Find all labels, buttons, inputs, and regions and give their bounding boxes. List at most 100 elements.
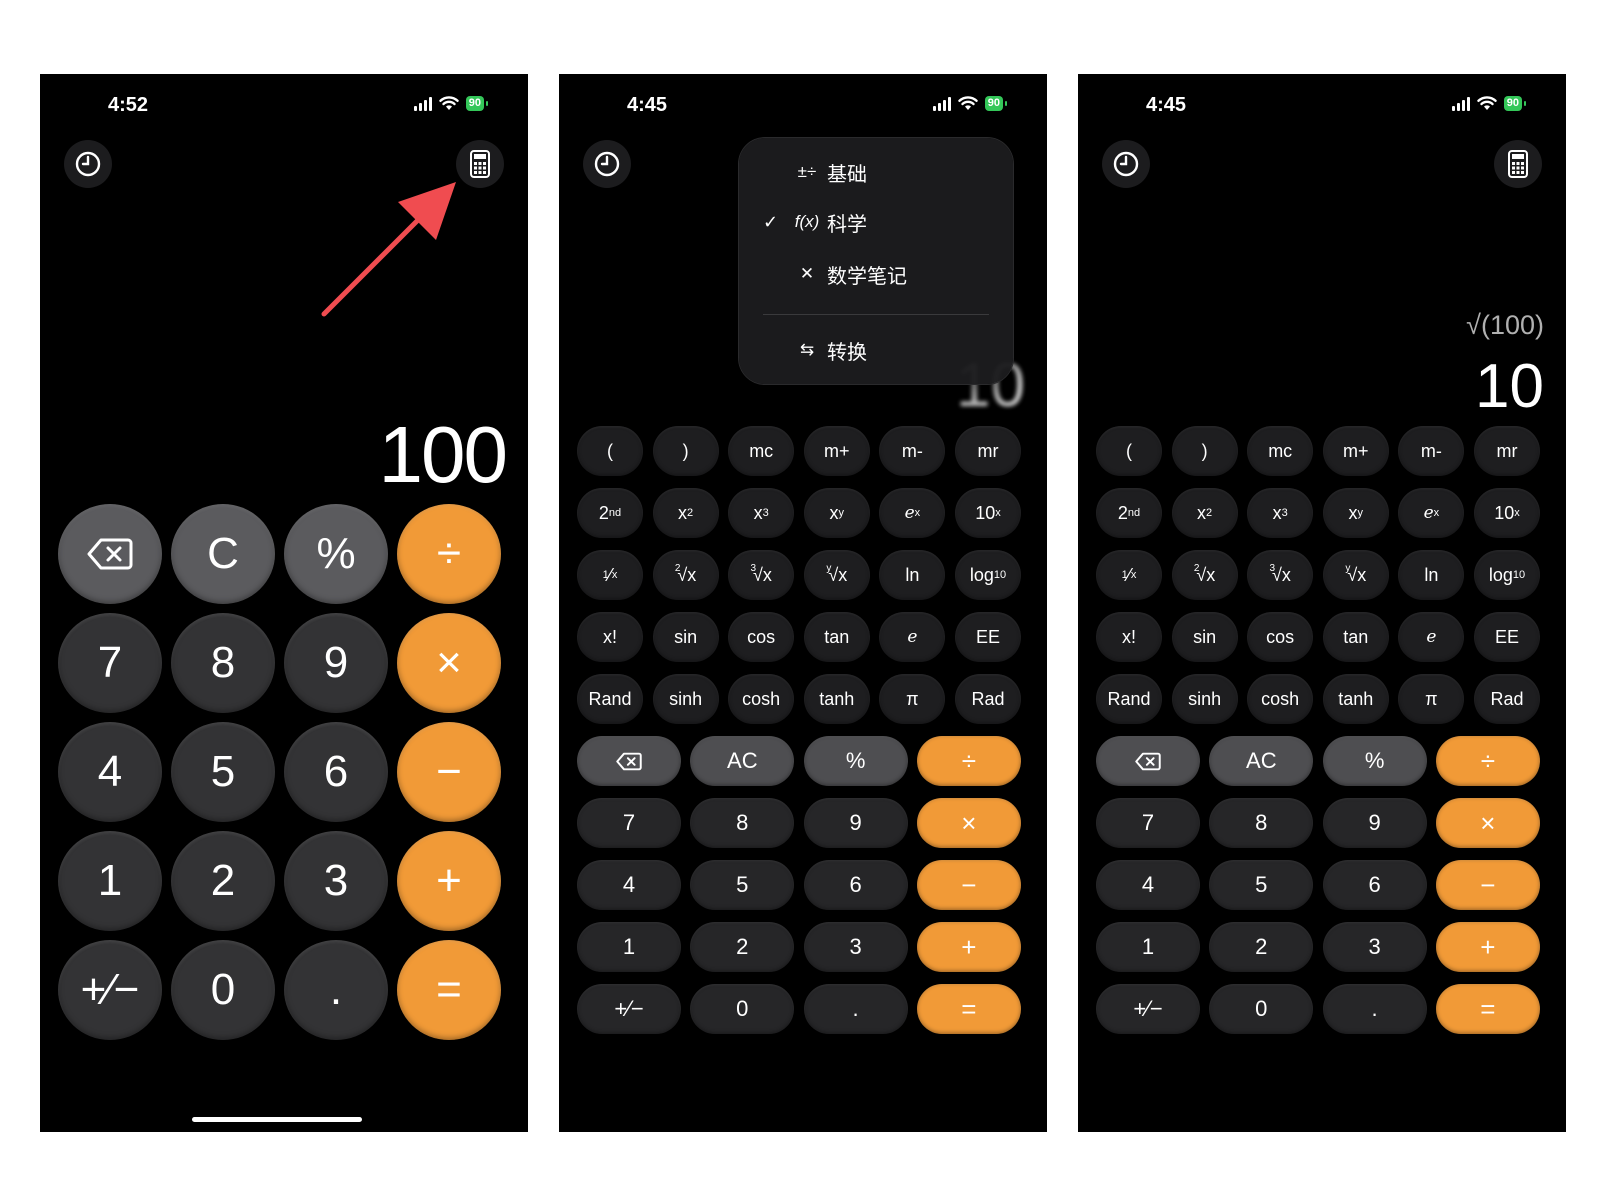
log10-key[interactable]: log 10 xyxy=(1473,550,1540,600)
menu-item-scientific[interactable]: ✓ f(x) 科学 xyxy=(763,202,993,242)
reciprocal-key[interactable]: 1 ⁄ x xyxy=(577,550,643,600)
digit-1-key[interactable]: 1 xyxy=(58,831,162,931)
history-button[interactable] xyxy=(1102,140,1150,188)
memory-add-key[interactable]: m+ xyxy=(1322,426,1389,476)
menu-item-math-notes[interactable]: ✕ 数学笔记 xyxy=(763,254,993,294)
add-key[interactable]: + xyxy=(916,922,1021,972)
ten-power-key[interactable]: 10 x xyxy=(1473,488,1540,538)
digit-4-key[interactable]: 4 xyxy=(1096,860,1200,910)
plus-minus-key[interactable]: +⁄− xyxy=(577,984,681,1034)
digit-4-key[interactable]: 4 xyxy=(58,722,162,822)
exp-key[interactable]: ex xyxy=(879,488,946,538)
power-key[interactable]: xy xyxy=(1322,488,1389,538)
digit-8-key[interactable]: 8 xyxy=(171,613,275,713)
all-clear-key[interactable]: AC xyxy=(690,736,795,786)
backspace-key[interactable] xyxy=(58,504,162,604)
decimal-key[interactable]: . xyxy=(284,940,388,1040)
y-root-key[interactable]: y √x xyxy=(803,550,870,600)
subtract-key[interactable]: − xyxy=(397,722,501,822)
ee-key[interactable]: EE xyxy=(954,612,1021,662)
ee-key[interactable]: EE xyxy=(1473,612,1540,662)
menu-item-basic[interactable]: ±÷ 基础 xyxy=(763,152,993,192)
rad-key[interactable]: Rad xyxy=(954,674,1021,724)
digit-0-key[interactable]: 0 xyxy=(1209,984,1314,1034)
digit-5-key[interactable]: 5 xyxy=(690,860,795,910)
digit-2-key[interactable]: 2 xyxy=(690,922,795,972)
euler-key[interactable]: e xyxy=(1398,612,1465,662)
ln-key[interactable]: ln xyxy=(879,550,946,600)
digit-7-key[interactable]: 7 xyxy=(58,613,162,713)
calculator-mode-button[interactable] xyxy=(1494,140,1542,188)
multiply-key[interactable]: × xyxy=(397,613,501,713)
sinh-key[interactable]: sinh xyxy=(652,674,719,724)
history-button[interactable] xyxy=(583,140,631,188)
cube-root-key[interactable]: 3 √x xyxy=(728,550,795,600)
memory-add-key[interactable]: m+ xyxy=(803,426,870,476)
decimal-key[interactable]: . xyxy=(803,984,908,1034)
digit-5-key[interactable]: 5 xyxy=(171,722,275,822)
digit-3-key[interactable]: 3 xyxy=(803,922,908,972)
multiply-key[interactable]: × xyxy=(916,798,1021,848)
equals-key[interactable]: = xyxy=(916,984,1021,1034)
tanh-key[interactable]: tanh xyxy=(803,674,870,724)
plus-minus-key[interactable]: +⁄− xyxy=(1096,984,1200,1034)
cos-key[interactable]: cos xyxy=(728,612,795,662)
pi-key[interactable]: π xyxy=(879,674,946,724)
clear-key[interactable]: C xyxy=(171,504,275,604)
rand-key[interactable]: Rand xyxy=(1096,674,1162,724)
digit-7-key[interactable]: 7 xyxy=(577,798,681,848)
add-key[interactable]: + xyxy=(397,831,501,931)
memory-recall-key[interactable]: mr xyxy=(954,426,1021,476)
factorial-key[interactable]: x! xyxy=(1096,612,1162,662)
digit-6-key[interactable]: 6 xyxy=(803,860,908,910)
memory-subtract-key[interactable]: m- xyxy=(1398,426,1465,476)
square-key[interactable]: x2 xyxy=(652,488,719,538)
power-key[interactable]: xy xyxy=(803,488,870,538)
cube-root-key[interactable]: 3 √x xyxy=(1247,550,1314,600)
second-function-key[interactable]: 2nd xyxy=(577,488,643,538)
digit-9-key[interactable]: 9 xyxy=(284,613,388,713)
divide-key[interactable]: ÷ xyxy=(397,504,501,604)
memory-clear-key[interactable]: mc xyxy=(728,426,795,476)
open-paren-key[interactable]: ( xyxy=(577,426,643,476)
euler-key[interactable]: e xyxy=(879,612,946,662)
tanh-key[interactable]: tanh xyxy=(1322,674,1389,724)
digit-2-key[interactable]: 2 xyxy=(171,831,275,931)
digit-9-key[interactable]: 9 xyxy=(1322,798,1427,848)
equals-key[interactable]: = xyxy=(397,940,501,1040)
close-paren-key[interactable]: ) xyxy=(1171,426,1238,476)
digit-6-key[interactable]: 6 xyxy=(1322,860,1427,910)
digit-8-key[interactable]: 8 xyxy=(690,798,795,848)
cos-key[interactable]: cos xyxy=(1247,612,1314,662)
subtract-key[interactable]: − xyxy=(1435,860,1540,910)
tan-key[interactable]: tan xyxy=(803,612,870,662)
percent-key[interactable]: % xyxy=(1322,736,1427,786)
percent-key[interactable]: % xyxy=(803,736,908,786)
memory-recall-key[interactable]: mr xyxy=(1473,426,1540,476)
digit-9-key[interactable]: 9 xyxy=(803,798,908,848)
factorial-key[interactable]: x! xyxy=(577,612,643,662)
digit-1-key[interactable]: 1 xyxy=(1096,922,1200,972)
ln-key[interactable]: ln xyxy=(1398,550,1465,600)
sin-key[interactable]: sin xyxy=(652,612,719,662)
exp-key[interactable]: ex xyxy=(1398,488,1465,538)
y-root-key[interactable]: y √x xyxy=(1322,550,1389,600)
memory-clear-key[interactable]: mc xyxy=(1247,426,1314,476)
digit-6-key[interactable]: 6 xyxy=(284,722,388,822)
rand-key[interactable]: Rand xyxy=(577,674,643,724)
digit-3-key[interactable]: 3 xyxy=(284,831,388,931)
cosh-key[interactable]: cosh xyxy=(1247,674,1314,724)
log10-key[interactable]: log 10 xyxy=(954,550,1021,600)
memory-subtract-key[interactable]: m- xyxy=(879,426,946,476)
plus-minus-key[interactable]: +⁄− xyxy=(58,940,162,1040)
cosh-key[interactable]: cosh xyxy=(728,674,795,724)
multiply-key[interactable]: × xyxy=(1435,798,1540,848)
backspace-key[interactable] xyxy=(577,736,681,786)
cube-key[interactable]: x3 xyxy=(1247,488,1314,538)
digit-0-key[interactable]: 0 xyxy=(171,940,275,1040)
square-root-key[interactable]: 2 √x xyxy=(1171,550,1238,600)
rad-key[interactable]: Rad xyxy=(1473,674,1540,724)
tan-key[interactable]: tan xyxy=(1322,612,1389,662)
reciprocal-key[interactable]: 1 ⁄ x xyxy=(1096,550,1162,600)
equals-key[interactable]: = xyxy=(1435,984,1540,1034)
